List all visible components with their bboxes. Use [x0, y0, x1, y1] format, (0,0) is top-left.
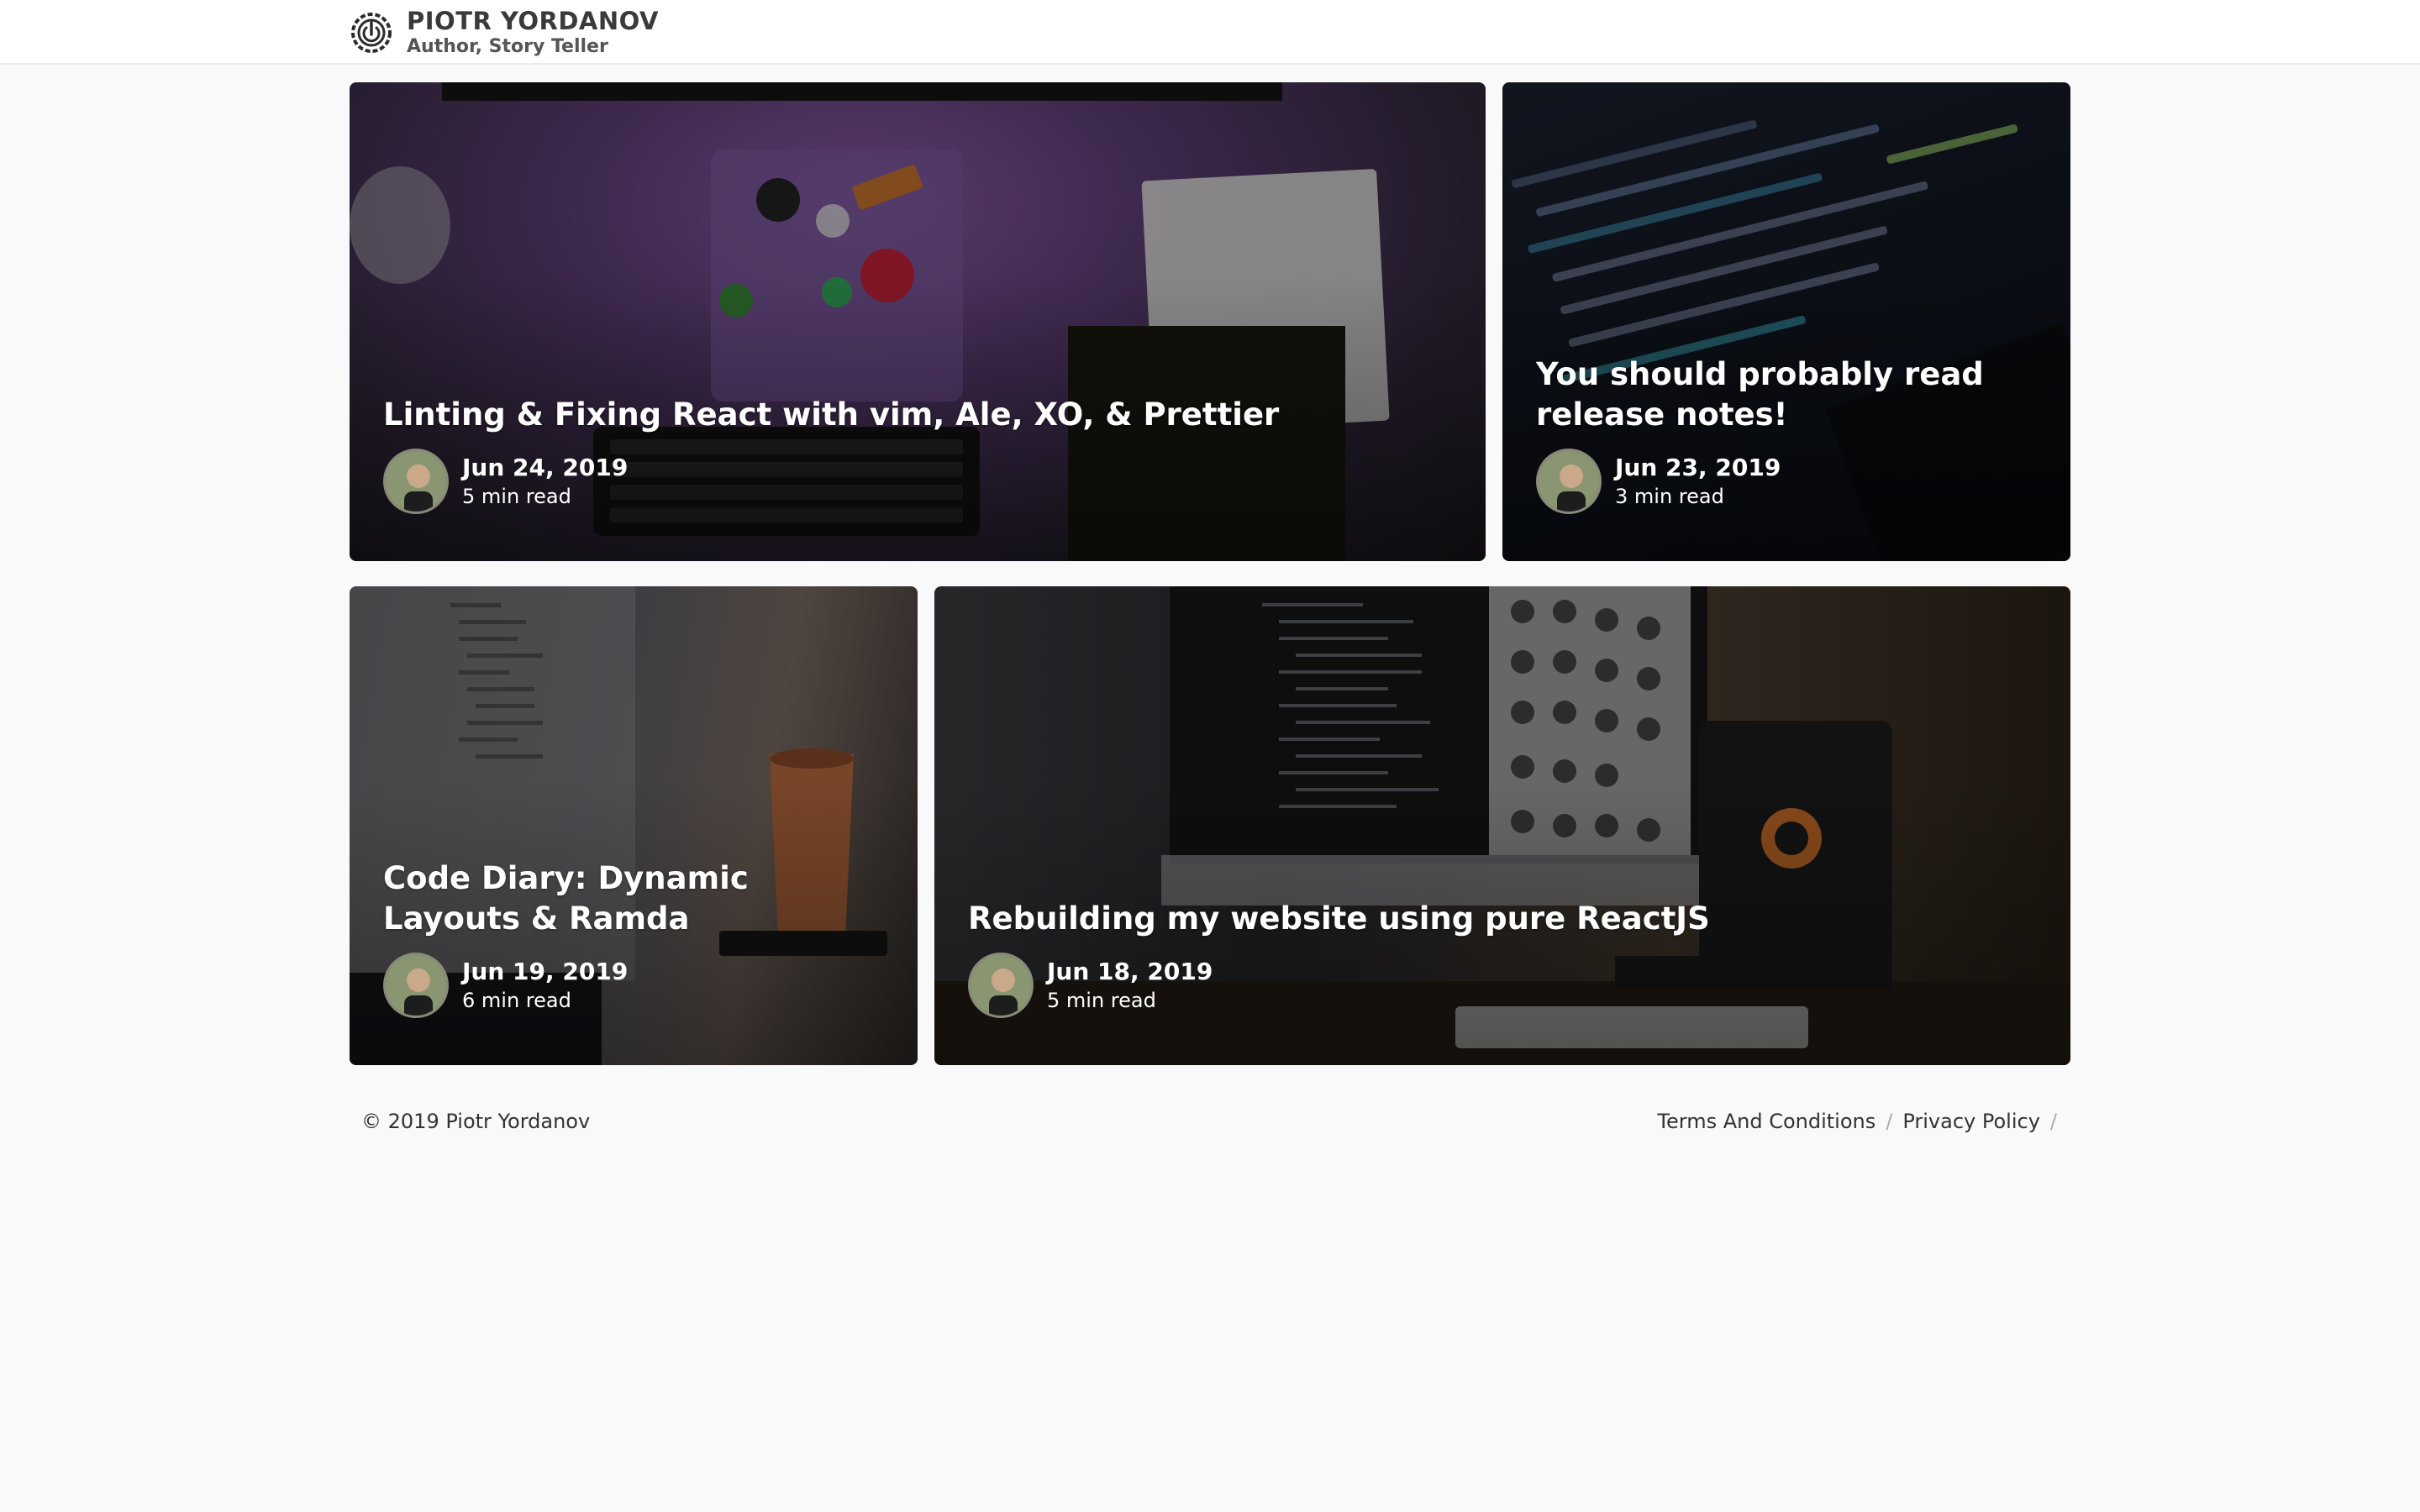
post-title: You should probably read release notes!	[1536, 356, 1984, 433]
post-card-rebuilding-website[interactable]: Rebuilding my website using pure ReactJS…	[934, 586, 2070, 1065]
post-title: Linting & Fixing React with vim, Ale, XO…	[383, 396, 1280, 433]
post-title: Code Diary: Dynamic Layouts & Ramda	[383, 860, 749, 937]
post-card-linting-react[interactable]: Linting & Fixing React with vim, Ale, XO…	[350, 82, 1486, 561]
site-author-name: PIOTR YORDANOV	[407, 7, 659, 35]
post-read-time: 6 min read	[462, 989, 571, 1012]
post-card-code-diary[interactable]: Code Diary: Dynamic Layouts & Ramda Jun …	[350, 586, 918, 1065]
footer-links: Terms And Conditions / Privacy Policy /	[1657, 1107, 2067, 1136]
post-meta: Jun 24, 2019 5 min read	[383, 449, 1455, 514]
author-avatar	[383, 449, 449, 514]
post-card-content: Linting & Fixing React with vim, Ale, XO…	[383, 395, 1455, 514]
post-date: Jun 23, 2019	[1615, 454, 1781, 481]
post-meta: Jun 18, 2019 5 min read	[968, 953, 2040, 1018]
footer-separator: /	[2049, 1110, 2057, 1133]
site-tagline: Author, Story Teller	[407, 36, 608, 57]
post-read-time: 5 min read	[462, 485, 571, 508]
author-avatar	[968, 953, 1034, 1018]
post-date: Jun 18, 2019	[1047, 958, 1213, 985]
privacy-link[interactable]: Privacy Policy	[1902, 1107, 2040, 1136]
terms-link[interactable]: Terms And Conditions	[1657, 1107, 1876, 1136]
footer-copyright: © 2019 Piotr Yordanov	[361, 1110, 591, 1133]
brand-link[interactable]: PIOTR YORDANOV Author, Story Teller	[348, 7, 659, 59]
footer-separator: /	[1886, 1110, 1893, 1133]
post-card-release-notes[interactable]: You should probably read release notes! …	[1502, 82, 2070, 561]
author-avatar	[383, 953, 449, 1018]
post-card-content: Code Diary: Dynamic Layouts & Ramda Jun …	[383, 858, 887, 1018]
post-date: Jun 19, 2019	[462, 958, 629, 985]
post-title: Rebuilding my website using pure ReactJS	[968, 900, 1710, 937]
brand-text: PIOTR YORDANOV Author, Story Teller	[407, 7, 659, 59]
power-sun-icon	[351, 13, 392, 53]
post-read-time: 3 min read	[1615, 485, 1724, 508]
post-read-time: 5 min read	[1047, 989, 1156, 1012]
author-avatar	[1536, 449, 1602, 514]
post-date: Jun 24, 2019	[462, 454, 629, 481]
post-card-content: Rebuilding my website using pure ReactJS…	[968, 899, 2040, 1018]
site-header: PIOTR YORDANOV Author, Story Teller	[0, 0, 2420, 65]
post-card-content: You should probably read release notes! …	[1536, 354, 2040, 514]
post-meta: Jun 19, 2019 6 min read	[383, 953, 887, 1018]
post-meta: Jun 23, 2019 3 min read	[1536, 449, 2040, 514]
